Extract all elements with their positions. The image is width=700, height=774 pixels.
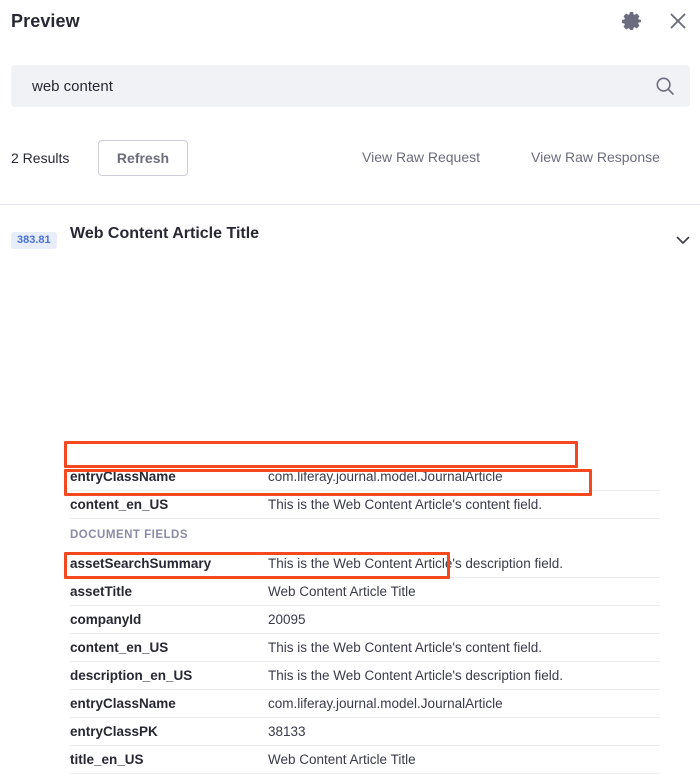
field-value: com.liferay.journal.model.JournalArticle bbox=[268, 696, 503, 711]
results-count: 2 Results bbox=[11, 150, 70, 166]
field-key: content_en_US bbox=[70, 640, 169, 655]
result-title: Web Content Article Title bbox=[70, 225, 260, 242]
field-key: companyId bbox=[70, 612, 142, 627]
table-row: content_en_US This is the Web Content Ar… bbox=[70, 491, 660, 519]
result-header[interactable]: 383.81 Web Content Article Title bbox=[0, 205, 700, 249]
field-key: assetTitle bbox=[70, 584, 133, 599]
field-value: This is the Web Content Article's conten… bbox=[268, 640, 542, 655]
field-value: Web Content Article Title bbox=[268, 584, 416, 599]
field-key: entryClassPK bbox=[70, 724, 158, 739]
table-row: entryClassPK 38133 bbox=[70, 718, 660, 746]
table-row: description_en_US This is the Web Conten… bbox=[70, 662, 660, 690]
table-row: companyId 20095 bbox=[70, 606, 660, 634]
field-value: Web Content Article Title bbox=[268, 752, 416, 767]
results-toolbar: 2 Results Refresh View Raw Request View … bbox=[0, 140, 700, 204]
table-row: title_en_US Web Content Article Title bbox=[70, 746, 660, 774]
refresh-button[interactable]: Refresh bbox=[98, 140, 188, 176]
field-key: content_en_US bbox=[70, 497, 169, 512]
view-raw-request-link[interactable]: View Raw Request bbox=[362, 149, 480, 165]
chevron-down-icon[interactable] bbox=[671, 228, 695, 252]
search-icon[interactable] bbox=[654, 75, 676, 97]
field-key: description_en_US bbox=[70, 668, 193, 683]
field-value: This is the Web Content Article's descri… bbox=[268, 556, 563, 571]
field-value: 20095 bbox=[268, 612, 306, 627]
search-result-item: 383.81 Web Content Article Title entryCl… bbox=[0, 205, 700, 774]
field-value: This is the Web Content Article's conten… bbox=[268, 497, 542, 512]
table-row: entryClassName com.liferay.journal.model… bbox=[70, 690, 660, 718]
field-value: This is the Web Content Article's descri… bbox=[268, 668, 563, 683]
field-key: entryClassName bbox=[70, 696, 176, 711]
table-row: assetSearchSummary This is the Web Conte… bbox=[70, 550, 660, 578]
result-fields: entryClassName com.liferay.journal.model… bbox=[70, 463, 660, 774]
field-value: com.liferay.journal.model.JournalArticle bbox=[268, 469, 503, 484]
score-badge: 383.81 bbox=[11, 232, 57, 249]
table-row: content_en_US This is the Web Content Ar… bbox=[70, 634, 660, 662]
search-input[interactable] bbox=[30, 72, 634, 100]
search-bar[interactable] bbox=[11, 65, 690, 107]
page-title: Preview bbox=[11, 11, 80, 31]
header-actions bbox=[620, 9, 690, 33]
close-icon[interactable] bbox=[666, 9, 690, 33]
field-key: entryClassName bbox=[70, 469, 176, 484]
table-row: entryClassName com.liferay.journal.model… bbox=[70, 463, 660, 491]
field-key: title_en_US bbox=[70, 752, 144, 767]
dialog-header: Preview bbox=[0, 0, 700, 52]
document-fields-label: DOCUMENT FIELDS bbox=[70, 528, 189, 541]
field-value: 38133 bbox=[268, 724, 306, 739]
table-row: assetTitle Web Content Article Title bbox=[70, 578, 660, 606]
field-key: assetSearchSummary bbox=[70, 556, 212, 571]
view-raw-response-link[interactable]: View Raw Response bbox=[531, 149, 660, 165]
gear-icon[interactable] bbox=[620, 9, 644, 33]
